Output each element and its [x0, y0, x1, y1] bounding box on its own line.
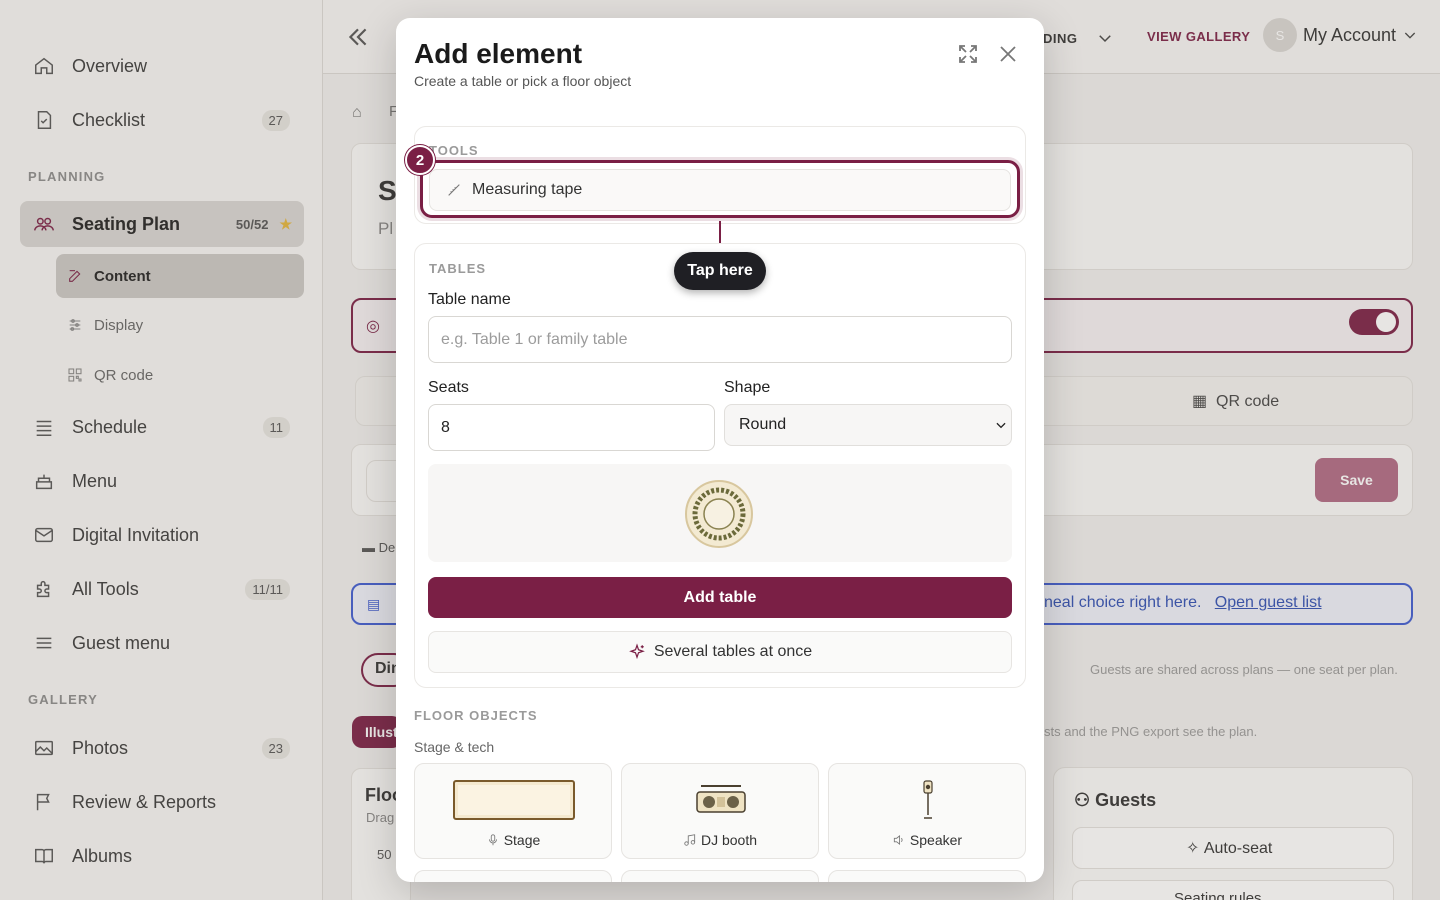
floor-object-dj-booth[interactable]: DJ booth: [621, 763, 819, 859]
floor-object-label-text: Stage: [503, 832, 541, 848]
seats-label: Seats: [428, 379, 469, 396]
shape-select[interactable]: Round: [724, 404, 1012, 446]
tutorial-step-badge: 2: [405, 145, 435, 175]
floor-objects-label: FLOOR OBJECTS: [414, 708, 538, 723]
expand-icon[interactable]: [956, 42, 980, 66]
floor-object-label: Speaker: [829, 832, 1025, 848]
round-table-preview-icon: [685, 480, 753, 548]
tap-here-tooltip: Tap here: [674, 252, 766, 290]
sparkle-icon: [628, 643, 645, 660]
several-tables-button[interactable]: Several tables at once: [428, 631, 1012, 673]
speaker-illustration: [923, 780, 933, 819]
floor-object-label-text: DJ booth: [700, 832, 758, 848]
add-element-modal: Add element Create a table or pick a flo…: [396, 18, 1044, 882]
floor-object-card[interactable]: [414, 870, 612, 882]
chevron-down-icon: [994, 418, 1008, 432]
close-icon[interactable]: [996, 42, 1020, 66]
table-name-input[interactable]: [428, 316, 1012, 363]
music-icon: [684, 834, 696, 846]
several-tables-label: Several tables at once: [653, 643, 813, 660]
table-name-label: Table name: [428, 291, 511, 308]
tools-label: TOOLS: [429, 143, 479, 158]
seats-input[interactable]: [428, 404, 715, 451]
shape-label: Shape: [724, 379, 771, 396]
floor-object-stage[interactable]: Stage: [414, 763, 612, 859]
floor-object-card[interactable]: [828, 870, 1026, 882]
floor-object-label-text: Speaker: [909, 832, 963, 848]
dj-booth-illustration: [696, 785, 746, 813]
table-preview: [428, 464, 1012, 562]
modal-subtitle: Create a table or pick a floor object: [414, 73, 632, 89]
tutorial-highlight: [420, 160, 1020, 218]
floor-object-card[interactable]: [621, 870, 819, 882]
speaker-icon: [893, 835, 903, 845]
stage-tech-label: Stage & tech: [414, 739, 495, 755]
tables-label: TABLES: [429, 261, 487, 276]
shape-select-value: Round: [739, 416, 787, 433]
floor-object-label: Stage: [415, 832, 611, 848]
add-table-button[interactable]: Add table: [428, 577, 1012, 618]
stage-illustration: [453, 780, 575, 820]
floor-object-speaker[interactable]: Speaker: [828, 763, 1026, 859]
floor-object-label: DJ booth: [622, 832, 818, 848]
mic-icon: [488, 834, 497, 846]
modal-title: Add element: [414, 38, 583, 69]
